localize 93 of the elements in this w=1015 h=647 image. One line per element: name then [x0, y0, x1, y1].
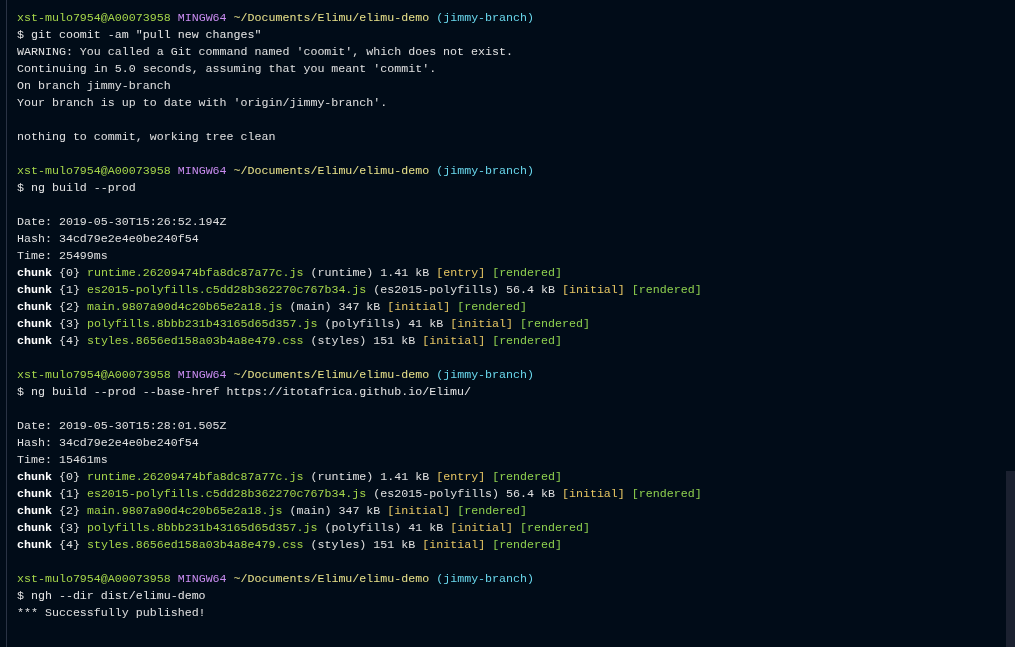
output-text: Continuing in 5.0 seconds, assuming that you meant 'commit'. [17, 61, 437, 77]
output-text: {3} [58, 520, 80, 536]
prompt-branch: (jimmy-branch) [436, 163, 534, 179]
output-text: {0} [58, 469, 80, 485]
output-text: (runtime) 1.41 kB [310, 265, 430, 281]
chunk-label: chunk [17, 503, 52, 519]
output-text: {2} [58, 503, 80, 519]
output-text: {4} [58, 537, 80, 553]
file-name: runtime.26209474bfa8dc87a77c.js [86, 469, 304, 485]
chunk-label: chunk [17, 265, 52, 281]
prompt-branch: (jimmy-branch) [436, 10, 534, 26]
output-text: (es2015-polyfills) 56.4 kB [373, 486, 555, 502]
chunk-label: chunk [17, 333, 52, 349]
output-text: nothing to commit, working tree clean [17, 129, 276, 145]
chunk-label: chunk [17, 537, 52, 553]
output-text: WARNING: You called a Git command named 'coomit', which does not exist. [17, 44, 513, 60]
prompt-path: ~/Documents/Elimu/elimu-demo [233, 571, 430, 587]
status-tag: [rendered] [492, 536, 562, 553]
status-tag: [initial] [561, 485, 625, 502]
file-name: main.9807a90d4c20b65e2a18.js [86, 299, 283, 315]
status-tag: [initial] [387, 502, 451, 519]
file-name: styles.8656ed158a03b4a8e479.css [86, 333, 304, 349]
output-text: {3} [58, 316, 80, 332]
output-text: Hash: 34cd79e2e4e0be240f54 [17, 435, 199, 451]
file-name: runtime.26209474bfa8dc87a77c.js [86, 265, 304, 281]
prompt-path: ~/Documents/Elimu/elimu-demo [233, 163, 430, 179]
prompt-shell-name: MINGW64 [177, 10, 227, 26]
status-tag: [rendered] [457, 502, 528, 519]
status-tag: [initial] [422, 332, 486, 349]
prompt-user-host: xst-mulo7954@A00073958 [17, 10, 171, 26]
chunk-label: chunk [17, 282, 52, 298]
chunk-label: chunk [17, 299, 52, 315]
prompt-user-host: xst-mulo7954@A00073958 [17, 367, 171, 383]
chunk-label: chunk [17, 469, 52, 485]
command-text: $ git coomit -am "pull new changes" [17, 27, 262, 43]
command-text: $ ng build --prod [17, 180, 136, 196]
output-text: On branch jimmy-branch [17, 78, 171, 94]
output-text: {2} [58, 299, 80, 315]
output-text: (styles) 151 kB [310, 537, 416, 553]
prompt-user-host: xst-mulo7954@A00073958 [17, 163, 171, 179]
output-text: Hash: 34cd79e2e4e0be240f54 [17, 231, 199, 247]
prompt-path: ~/Documents/Elimu/elimu-demo [233, 10, 430, 26]
file-name: es2015-polyfills.c5dd28b362270c767b34.js [86, 282, 367, 298]
output-text: {0} [58, 265, 80, 281]
file-name: styles.8656ed158a03b4a8e479.css [86, 537, 304, 553]
file-name: es2015-polyfills.c5dd28b362270c767b34.js [86, 486, 367, 502]
command-text: $ ng build --prod --base-href https://itotafrica.github.io/Elimu/ [17, 384, 472, 400]
status-tag: [rendered] [631, 485, 702, 502]
output-text: {1} [58, 486, 80, 502]
status-tag: [rendered] [492, 468, 562, 485]
status-tag: [rendered] [520, 519, 590, 536]
output-text: {4} [58, 333, 80, 349]
status-tag: [initial] [450, 519, 514, 536]
status-tag: [initial] [422, 536, 486, 553]
status-tag: [entry] [436, 468, 486, 485]
output-text: Date: 2019-05-30T15:26:52.194Z [17, 214, 227, 230]
output-text: Time: 25499ms [17, 248, 108, 264]
output-text: (polyfills) 41 kB [324, 520, 444, 536]
output-text: Your branch is up to date with 'origin/jimmy-branch'. [17, 95, 388, 111]
output-text: (runtime) 1.41 kB [310, 469, 430, 485]
output-text: {1} [58, 282, 80, 298]
file-name: main.9807a90d4c20b65e2a18.js [86, 503, 283, 519]
output-text: (es2015-polyfills) 56.4 kB [373, 282, 555, 298]
prompt-branch: (jimmy-branch) [436, 571, 534, 587]
status-tag: [initial] [561, 281, 625, 298]
output-text: Date: 2019-05-30T15:28:01.505Z [17, 418, 227, 434]
output-text: (main) 347 kB [289, 503, 381, 519]
status-tag: [rendered] [492, 264, 562, 281]
chunk-label: chunk [17, 486, 52, 502]
prompt-shell-name: MINGW64 [177, 367, 227, 383]
prompt-user-host: xst-mulo7954@A00073958 [17, 571, 171, 587]
prompt-path: ~/Documents/Elimu/elimu-demo [233, 367, 430, 383]
status-tag: [rendered] [631, 281, 702, 298]
status-tag: [initial] [450, 315, 514, 332]
scrollbar-thumb[interactable] [1006, 471, 1015, 647]
status-tag: [rendered] [520, 315, 590, 332]
file-name: polyfills.8bbb231b43165d65d357.js [86, 520, 318, 536]
status-tag: [entry] [436, 264, 486, 281]
output-text: *** Successfully published! [17, 605, 206, 621]
output-text: (main) 347 kB [289, 299, 381, 315]
status-tag: [rendered] [457, 298, 528, 315]
status-tag: [initial] [387, 298, 451, 315]
chunk-label: chunk [17, 520, 52, 536]
output-text: (polyfills) 41 kB [324, 316, 444, 332]
output-text: Time: 15461ms [17, 452, 108, 468]
prompt-branch: (jimmy-branch) [436, 367, 534, 383]
prompt-shell-name: MINGW64 [177, 571, 227, 587]
status-tag: [rendered] [492, 332, 562, 349]
command-text: $ ngh --dir dist/elimu-demo [17, 588, 206, 604]
prompt-shell-name: MINGW64 [177, 163, 227, 179]
output-text: (styles) 151 kB [310, 333, 416, 349]
file-name: polyfills.8bbb231b43165d65d357.js [86, 316, 318, 332]
chunk-label: chunk [17, 316, 52, 332]
